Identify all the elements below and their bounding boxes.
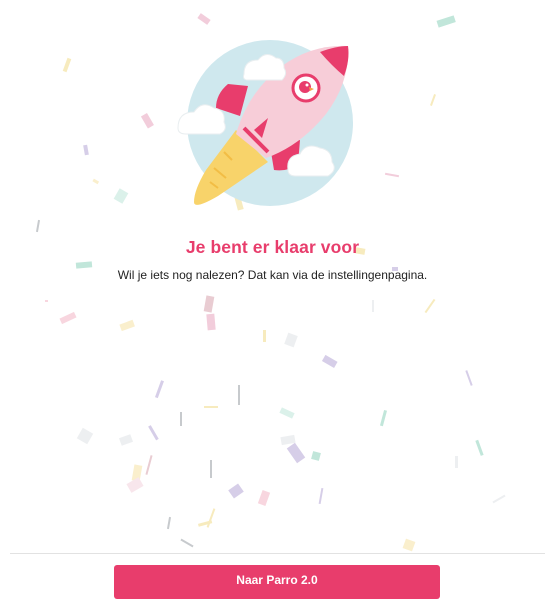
page-subtitle: Wil je iets nog nalezen? Dat kan via de … [117, 268, 428, 282]
onboarding-finish-screen: { "headline": "Je bent er klaar voor", "… [0, 0, 545, 599]
page-title: Je bent er klaar voor [185, 237, 360, 257]
rocket-illustration [170, 30, 380, 230]
footer-divider [10, 553, 545, 554]
rocket-icon [177, 40, 353, 206]
go-to-parro-button[interactable]: Naar Parro 2.0 [114, 565, 440, 599]
